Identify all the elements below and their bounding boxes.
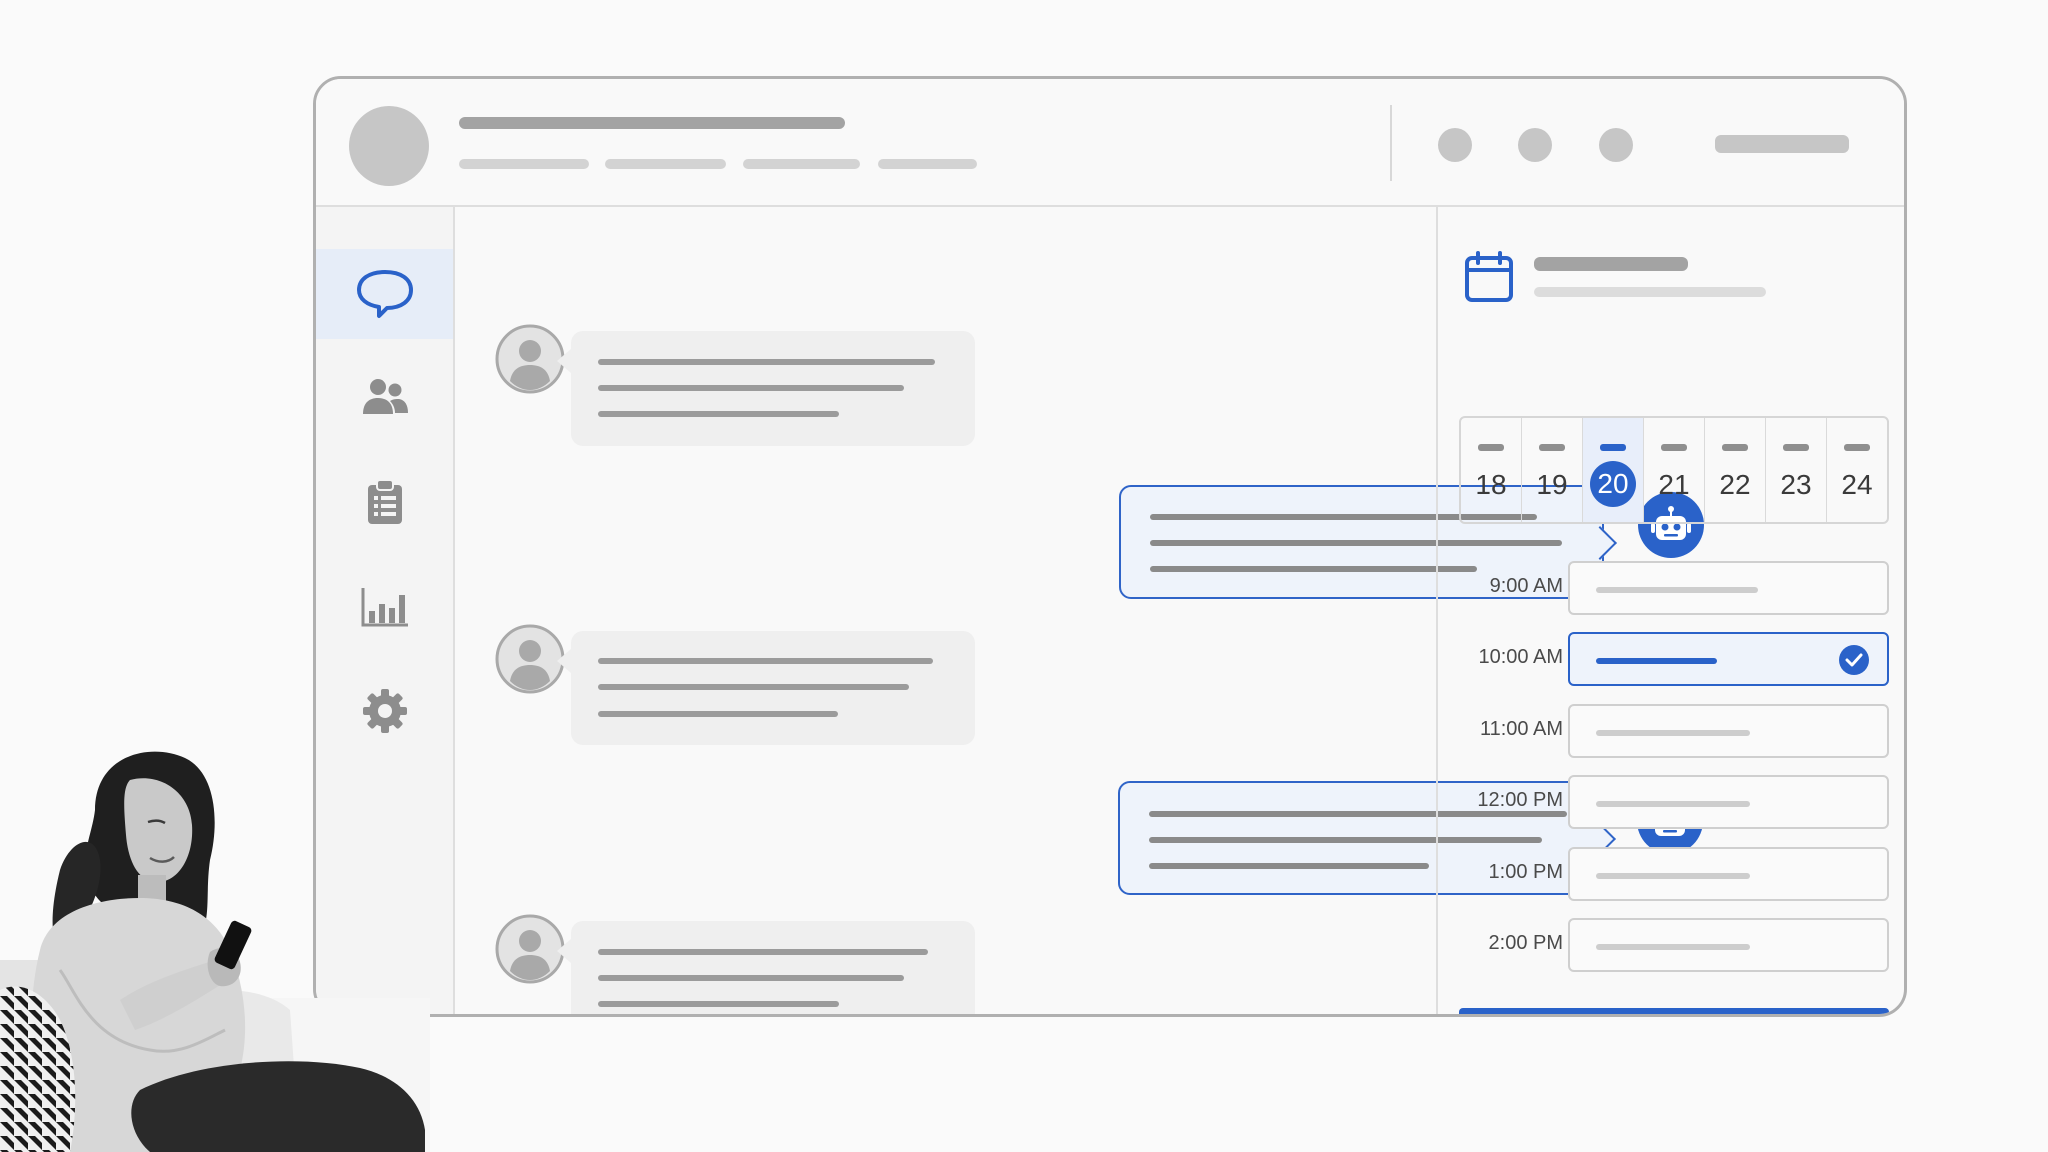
user-avatar-icon — [495, 914, 565, 984]
time-slot-label: 10:00 AM — [1478, 646, 1563, 668]
panel-title-placeholder — [1534, 257, 1688, 271]
time-slot-label: 1:00 PM — [1488, 861, 1563, 883]
chat-bubble-icon — [356, 270, 413, 318]
header-account-placeholder[interactable] — [1715, 135, 1849, 153]
user-message-bubble — [571, 921, 975, 1014]
users-icon — [362, 379, 408, 414]
bar-chart-icon — [361, 588, 408, 627]
date-picker: 18 19 20 21 22 23 24 — [1459, 416, 1889, 524]
date-option[interactable]: 23 — [1766, 418, 1827, 522]
date-option[interactable]: 22 — [1705, 418, 1766, 522]
time-slot[interactable]: 12:00 PM — [1438, 775, 1904, 829]
time-slot-selected[interactable]: 10:00 AM — [1438, 632, 1904, 686]
header-subtitle-placeholder — [878, 159, 977, 169]
calendar-icon — [1465, 251, 1513, 302]
header-subtitle-placeholder — [605, 159, 726, 169]
sidebar-item-users[interactable] — [316, 352, 453, 442]
time-slot[interactable]: 1:00 PM — [1438, 847, 1904, 901]
clipboard-icon — [367, 479, 402, 524]
chat-thread — [455, 207, 1704, 1014]
sidebar-item-analytics[interactable] — [316, 562, 453, 652]
time-slot[interactable]: 11:00 AM — [1438, 704, 1904, 758]
user-avatar-icon — [495, 324, 565, 394]
time-slot-label: 2:00 PM — [1488, 932, 1563, 954]
header — [316, 79, 1904, 207]
profile-avatar[interactable] — [349, 106, 429, 186]
date-option-selected[interactable]: 20 — [1583, 418, 1644, 522]
sidebar-item-chat[interactable] — [316, 249, 453, 339]
header-action-dot[interactable] — [1518, 128, 1552, 162]
time-slot-label: 11:00 AM — [1479, 718, 1563, 740]
time-slot[interactable]: 9:00 AM — [1438, 561, 1904, 615]
user-message-bubble — [571, 631, 975, 745]
gear-icon — [362, 689, 407, 733]
header-divider — [1390, 105, 1392, 181]
app-window: 18 19 20 21 22 23 24 9:00 AM 10:00 AM 11… — [313, 76, 1907, 1017]
scheduling-panel: 18 19 20 21 22 23 24 9:00 AM 10:00 AM 11… — [1436, 207, 1904, 1014]
user-message-bubble — [571, 331, 975, 446]
date-option[interactable]: 19 — [1522, 418, 1583, 522]
woman-using-phone-illustration — [0, 751, 430, 1152]
header-subtitle-placeholder — [459, 159, 589, 169]
user-avatar-icon — [495, 624, 565, 694]
date-option[interactable]: 18 — [1461, 418, 1522, 522]
time-slot-label: 9:00 AM — [1489, 575, 1563, 597]
confirm-booking-button[interactable] — [1459, 1008, 1889, 1014]
date-option[interactable]: 24 — [1827, 418, 1887, 522]
check-icon — [1839, 645, 1869, 675]
date-option[interactable]: 21 — [1644, 418, 1705, 522]
header-action-dot[interactable] — [1599, 128, 1633, 162]
time-slot-label: 12:00 PM — [1477, 789, 1563, 811]
header-subtitle-placeholder — [743, 159, 860, 169]
header-title-placeholder — [459, 117, 845, 129]
panel-subtitle-placeholder — [1534, 287, 1766, 297]
sidebar-item-tasks[interactable] — [316, 457, 453, 547]
header-action-dot[interactable] — [1438, 128, 1472, 162]
time-slot[interactable]: 2:00 PM — [1438, 918, 1904, 972]
